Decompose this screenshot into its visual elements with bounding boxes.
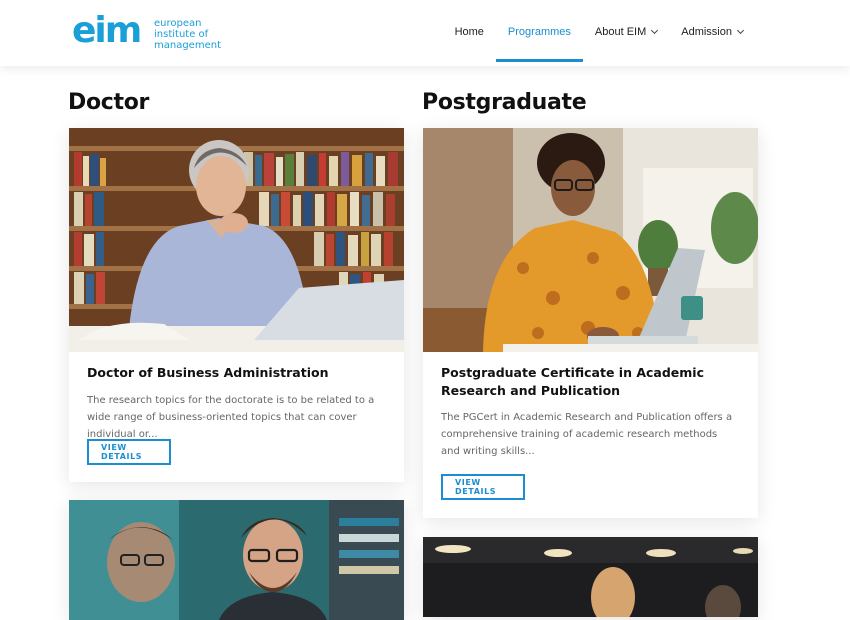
logo-line-1: european (154, 18, 202, 29)
nav-admission-label: Admission (681, 26, 732, 38)
office-ceiling-lights-photo (423, 537, 758, 617)
logo-wordmark: european institute of management (154, 18, 221, 51)
programme-card-doctor-2 (69, 500, 404, 620)
nav-home[interactable]: Home (443, 0, 496, 64)
programme-card-postgraduate-2 (423, 537, 758, 617)
card-image-smiling-men[interactable] (69, 500, 404, 620)
programme-card-pgcert: Postgraduate Certificate in Academic Res… (423, 128, 758, 518)
site-header: eim european institute of management Hom… (0, 0, 850, 66)
card-image-woman-laptop[interactable] (423, 128, 758, 352)
eim-logo[interactable]: eim european institute of management (72, 10, 222, 52)
logo-line-2: institute of (154, 29, 209, 40)
woman-laptop-writing-photo (423, 128, 758, 352)
nav-about-eim[interactable]: About EIM (583, 0, 669, 64)
smiling-men-glasses-photo (69, 500, 404, 620)
section-heading-postgraduate: Postgraduate (422, 90, 587, 115)
chevron-down-icon (736, 26, 745, 35)
card-image-office[interactable] (423, 537, 758, 617)
logo-line-3: management (154, 40, 221, 51)
card-title[interactable]: Doctor of Business Administration (87, 364, 386, 382)
nav-programmes-label: Programmes (507, 26, 571, 38)
view-details-button[interactable]: VIEW DETAILS (441, 474, 525, 500)
logo-mark: eim (72, 10, 142, 51)
card-image-man-reading-library[interactable] (69, 128, 404, 352)
card-description: The research topics for the doctorate is… (87, 395, 375, 440)
section-heading-doctor: Doctor (68, 90, 150, 115)
nav-admission[interactable]: Admission (669, 0, 755, 64)
programme-card-dba: Doctor of Business Administration The re… (69, 128, 404, 482)
nav-programmes[interactable]: Programmes (495, 0, 583, 64)
nav-home-label: Home (454, 26, 484, 38)
man-reading-library-photo (69, 128, 404, 352)
view-details-button[interactable]: VIEW DETAILS (87, 439, 171, 465)
card-description: The PGCert in Academic Research and Publ… (441, 412, 733, 457)
chevron-down-icon (651, 26, 659, 35)
nav-about-eim-label: About EIM (594, 26, 647, 38)
card-title[interactable]: Postgraduate Certificate in Academic Res… (441, 364, 740, 400)
main-nav: Home Programmes About EIM Admission (443, 0, 755, 64)
